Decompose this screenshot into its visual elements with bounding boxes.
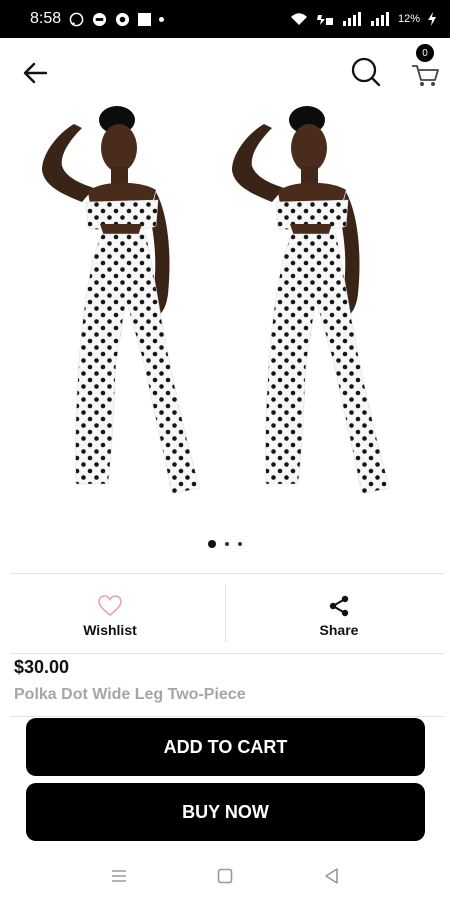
home-square-icon bbox=[217, 868, 233, 884]
signal-icon bbox=[370, 12, 390, 26]
search-button[interactable] bbox=[350, 56, 382, 88]
product-price: $30.00 bbox=[14, 657, 70, 677]
dot-icon bbox=[159, 16, 165, 22]
message-icon bbox=[92, 12, 107, 27]
pager-dot-active[interactable] bbox=[208, 540, 216, 548]
back-triangle-icon bbox=[325, 868, 338, 884]
record-icon bbox=[115, 12, 130, 27]
divider bbox=[10, 573, 444, 574]
charging-icon bbox=[428, 12, 436, 26]
volte-icon bbox=[316, 12, 334, 26]
buy-now-button[interactable]: BUY NOW bbox=[26, 783, 425, 841]
product-gallery[interactable] bbox=[0, 104, 450, 524]
app-bar: 0 bbox=[0, 38, 450, 104]
wishlist-button[interactable]: Wishlist bbox=[0, 584, 220, 648]
arrow-left-icon bbox=[23, 62, 48, 84]
product-image bbox=[41, 105, 201, 495]
recent-apps-button[interactable] bbox=[107, 864, 131, 888]
wishlist-label: Wishlist bbox=[83, 621, 137, 638]
share-label: Share bbox=[319, 621, 359, 638]
add-to-cart-button[interactable]: ADD TO CART bbox=[26, 718, 425, 776]
menu-icon bbox=[112, 870, 126, 882]
share-button[interactable]: Share bbox=[229, 584, 449, 648]
divider bbox=[10, 716, 444, 717]
search-icon bbox=[351, 57, 381, 87]
pager-dot[interactable] bbox=[238, 542, 242, 546]
signal-icon bbox=[342, 12, 362, 26]
pager-dot[interactable] bbox=[225, 542, 229, 546]
share-icon bbox=[329, 595, 349, 616]
home-button[interactable] bbox=[213, 864, 237, 888]
battery-level: 12% bbox=[397, 13, 420, 25]
product-title: Polka Dot Wide Leg Two-Piece bbox=[14, 686, 246, 703]
status-bar: 8:58 12% bbox=[0, 0, 450, 38]
vertical-divider bbox=[225, 584, 226, 642]
product-image bbox=[231, 105, 391, 495]
heart-outline-icon bbox=[98, 594, 122, 616]
gallery-pager[interactable] bbox=[0, 540, 450, 548]
system-nav-bar bbox=[0, 852, 450, 900]
back-button[interactable] bbox=[20, 58, 50, 88]
wifi-icon bbox=[290, 12, 308, 26]
status-time: 8:58 bbox=[30, 10, 62, 27]
divider bbox=[10, 653, 444, 654]
cart-count-badge: 0 bbox=[416, 44, 434, 62]
system-back-button[interactable] bbox=[320, 864, 344, 888]
whatsapp-icon bbox=[69, 12, 84, 27]
image-icon bbox=[138, 12, 152, 26]
